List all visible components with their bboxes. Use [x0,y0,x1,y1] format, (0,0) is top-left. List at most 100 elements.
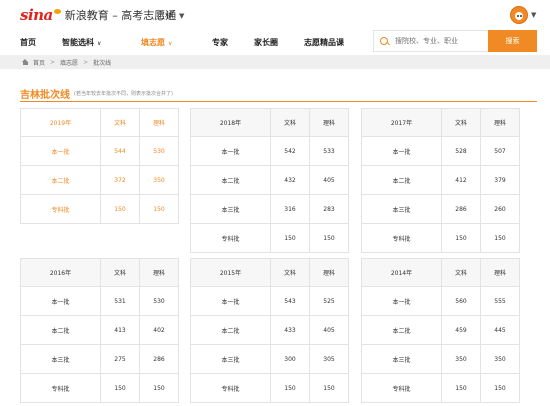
table-row: 专科批 150 150 [190,223,349,253]
breadcrumb-apply[interactable]: 填志愿 [60,58,78,67]
score-wenke: 413 [100,315,140,345]
nav-item-parents[interactable]: 家长圈 [254,37,278,48]
batch-name: 本二批 [361,165,442,195]
table-row: 本三批 300 305 [190,344,349,374]
table-row: 本三批 286 260 [361,194,520,224]
nav-item-experts[interactable]: 专家 [212,37,228,48]
table-row: 专科批 150 150 [361,373,520,403]
sina-logo-text: sina [20,6,53,24]
year-table: 2016年 文科 理科 本一批 531 530 本二批 413 402 本三批 275 286 专科批 1… [20,258,179,403]
batch-name: 本三批 [190,344,271,374]
table-header-row: 2016年 文科 理科 [20,258,179,287]
table-year: 2014年 [361,258,442,287]
score-wenke: 544 [100,136,140,166]
table-row: 本二批 412 379 [361,165,520,195]
table-row: 专科批 150 150 [20,373,179,403]
score-like: 260 [480,194,520,224]
batch-name: 本一批 [361,286,442,316]
batch-name: 本三批 [20,344,101,374]
nav-item-courses[interactable]: 志愿精品课 [304,37,344,48]
score-wenke: 542 [270,136,310,166]
nav-item-apply[interactable]: 填志愿 ∨ [141,37,172,48]
score-wenke: 350 [441,344,481,374]
city-selector[interactable]: 吉林 ▼ [157,10,184,21]
score-wenke: 150 [100,194,140,224]
year-table: 2018年 文科 理科 本一批 542 533 本二批 432 405 本三批 316 283 专科批 1… [190,108,349,253]
batch-name: 本二批 [190,165,271,195]
search-box [373,30,488,52]
batch-name: 本二批 [20,315,101,345]
score-wenke: 286 [441,194,481,224]
table-row: 专科批 150 150 [20,194,179,224]
nav-item-subject-select[interactable]: 智能选科 ∨ [62,37,101,48]
table-row: 本二批 413 402 [20,315,179,345]
table-row: 本一批 544 530 [20,136,179,166]
batch-name: 本一批 [20,136,101,166]
score-like: 379 [480,165,520,195]
batch-name: 专科批 [190,373,271,403]
score-wenke: 543 [270,286,310,316]
table-row: 本一批 531 530 [20,286,179,316]
table-year: 2016年 [20,258,101,287]
score-wenke: 150 [100,373,140,403]
batch-name: 本一批 [361,136,442,166]
column-header-like: 理科 [309,258,349,287]
section-note: (若当年较去年批次不同，则表示批次合并了) [74,91,173,97]
breadcrumb: 首页 > 填志愿 > 批次线 [0,55,550,69]
year-table: 2015年 文科 理科 本一批 543 525 本二批 433 405 本三批 300 305 专科批 1… [190,258,349,403]
column-header-wenke: 文科 [441,258,481,287]
table-header-row: 2019年 文科 理科 [20,108,179,137]
batch-name: 本一批 [190,136,271,166]
batch-name: 本三批 [361,344,442,374]
batch-name: 专科批 [20,194,101,224]
score-wenke: 300 [270,344,310,374]
breadcrumb-separator: > [83,58,89,66]
score-wenke: 412 [441,165,481,195]
batch-name: 本一批 [20,286,101,316]
score-like: 150 [309,223,349,253]
nav-item-home[interactable]: 首页 [20,37,36,48]
batch-name: 本三批 [361,194,442,224]
table-row: 本三批 316 283 [190,194,349,224]
sina-eye-icon [53,8,61,14]
batch-name: 本二批 [361,315,442,345]
score-like: 286 [139,344,179,374]
table-row: 本三批 350 350 [361,344,520,374]
top-bar: sina 新浪教育 – 高考志愿通 吉林 ▼ ▼ [0,0,550,30]
search-input[interactable] [395,37,485,45]
score-like: 305 [309,344,349,374]
batch-name: 专科批 [361,373,442,403]
score-like: 530 [139,136,179,166]
score-wenke: 459 [441,315,481,345]
table-row: 本一批 543 525 [190,286,349,316]
column-header-like: 理科 [480,108,520,137]
score-like: 507 [480,136,520,166]
column-header-wenke: 文科 [270,258,310,287]
year-table: 2019年 文科 理科 本一批 544 530 本二批 372 350 专科批 150 150 [20,108,179,224]
score-like: 445 [480,315,520,345]
user-menu[interactable]: ▼ [510,6,536,24]
search-button[interactable]: 搜索 [488,30,537,52]
column-header-wenke: 文科 [270,108,310,137]
batch-name: 本二批 [190,315,271,345]
column-header-like: 理科 [480,258,520,287]
score-wenke: 432 [270,165,310,195]
score-like: 350 [139,165,179,195]
score-like: 533 [309,136,349,166]
score-like: 405 [309,315,349,345]
score-wenke: 528 [441,136,481,166]
score-wenke: 275 [100,344,140,374]
avatar[interactable] [510,6,528,24]
site-logo[interactable]: sina 新浪教育 – 高考志愿通 [20,6,176,24]
table-header-row: 2018年 文科 理科 [190,108,349,137]
score-wenke: 372 [100,165,140,195]
table-row: 专科批 150 150 [361,223,520,253]
year-table: 2017年 文科 理科 本一批 528 507 本二批 412 379 本三批 286 260 专科批 1… [361,108,520,253]
score-like: 350 [480,344,520,374]
column-header-like: 理科 [139,258,179,287]
year-table: 2014年 文科 理科 本一批 560 555 本二批 459 445 本三批 350 350 专科批 1… [361,258,520,403]
table-row: 本二批 372 350 [20,165,179,195]
breadcrumb-home[interactable]: 首页 [33,58,45,67]
table-row: 本二批 432 405 [190,165,349,195]
score-wenke: 560 [441,286,481,316]
